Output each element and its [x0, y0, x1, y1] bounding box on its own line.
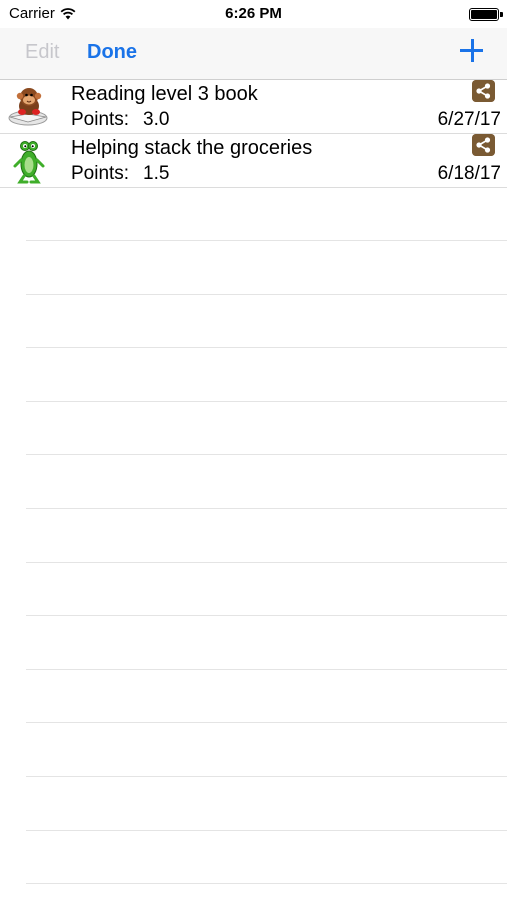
edit-button[interactable]: Edit: [25, 41, 59, 64]
row-separator: [26, 347, 507, 401]
row-separator: [26, 293, 507, 348]
empty-row-separators: [26, 240, 507, 900]
row-separator: [26, 615, 507, 669]
points-value: 1.5: [143, 163, 170, 184]
row-separator: [26, 829, 507, 884]
row-separator: [26, 400, 507, 455]
list-item[interactable]: Helping stack the groceries Points: 1.5 …: [0, 134, 507, 188]
row-separator: [26, 668, 507, 723]
list-item[interactable]: Reading level 3 book Points: 3.0 6/27/17: [0, 80, 507, 134]
row-separator: [26, 561, 507, 616]
row-separator: [26, 722, 507, 776]
share-icon[interactable]: [472, 134, 495, 156]
green-frog-icon: [13, 141, 45, 184]
item-date: 6/18/17: [437, 163, 501, 184]
row-separator: [26, 454, 507, 508]
row-separator: [26, 883, 507, 900]
row-separator: [26, 775, 507, 830]
share-icon[interactable]: [472, 80, 495, 102]
item-title: Helping stack the groceries: [71, 137, 313, 159]
points-label: Points:: [71, 163, 130, 184]
battery-icon: [469, 8, 499, 21]
points-label: Points:: [71, 109, 130, 130]
status-bar: Carrier 6:26 PM: [0, 0, 507, 28]
item-title: Reading level 3 book: [71, 83, 258, 105]
item-date: 6/27/17: [437, 109, 501, 130]
monkey-reading-icon: [8, 88, 48, 126]
done-button[interactable]: Done: [87, 41, 137, 64]
row-separator: [26, 240, 507, 294]
task-list: Reading level 3 book Points: 3.0 6/27/17: [0, 80, 507, 188]
plus-icon[interactable]: [459, 38, 485, 64]
status-time: 6:26 PM: [225, 5, 282, 22]
row-separator: [26, 507, 507, 562]
navigation-bar: Edit Done: [0, 28, 507, 80]
points-value: 3.0: [143, 109, 170, 130]
battery-tip: [500, 12, 503, 17]
